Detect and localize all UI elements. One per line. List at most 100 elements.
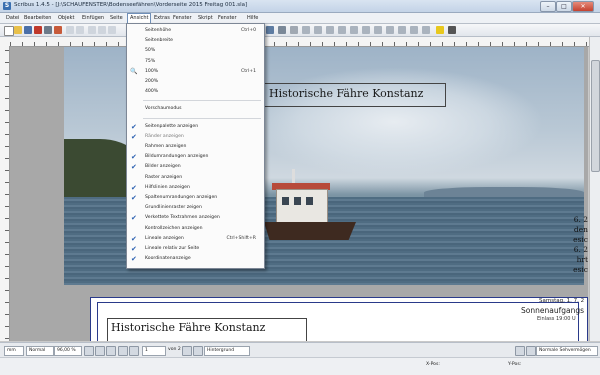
menu-skript[interactable]: Skript [198,15,213,21]
ruler-tick [5,182,9,183]
view-menu-item[interactable]: ✔ Spaltenumrandungen anzeigen [127,193,264,203]
freehand-icon[interactable] [386,26,394,34]
scribus-app-icon: S [3,2,11,10]
view-menu-item[interactable]: Seitenhöhe Ctrl+0 [127,26,264,36]
bezier-icon[interactable] [374,26,382,34]
scrollbar-thumb[interactable] [591,60,600,172]
open-folder-icon[interactable] [14,26,22,34]
view-menu-item[interactable]: ✔ Lineale anzeigen Ctrl+Shift+R [127,234,264,244]
link-frames-icon[interactable] [398,26,406,34]
layer-select[interactable]: Hintergrund [204,346,250,356]
zoom-input[interactable]: 96,00 % [54,346,82,356]
visual-mode-icon[interactable] [526,346,536,356]
ruler-tick [394,42,395,46]
paste-icon[interactable] [108,26,116,34]
x-position-label: X-Pos: [426,362,440,367]
new-document-icon[interactable] [4,26,14,36]
menu-extras[interactable]: Extras [154,15,170,21]
horizontal-ruler[interactable] [0,37,600,47]
view-menu-item[interactable]: 75% [127,57,264,67]
print-icon[interactable] [44,26,52,34]
menu-item-label: Seitenpalette anzeigen [145,123,199,129]
text-frame-icon[interactable] [302,26,310,34]
view-menu-item[interactable]: 400% [127,87,264,97]
menu-item-label: 75% [145,58,156,64]
menu-hilfe[interactable]: Hilfe [247,15,258,21]
edit-contents-icon[interactable] [278,26,286,34]
view-menu-item[interactable]: ✔ Bildumrandungen anzeigen [127,152,264,162]
view-menu-item[interactable]: 200% [127,77,264,87]
next-page-icon[interactable] [182,346,192,356]
view-menu-item[interactable]: Vorschaumodus [127,104,264,114]
unit-select[interactable]: mm [4,346,24,356]
zoom-icon[interactable] [266,26,274,34]
ruler-tick [430,42,431,46]
view-menu-item[interactable]: ✔ Verkettete Textrahmen anzeigen [127,213,264,223]
document-canvas[interactable]: Historische Fähre Konstanz 6. 2 den esic… [10,47,588,341]
previous-page-icon[interactable] [129,346,139,356]
close-document-icon[interactable] [34,26,42,34]
view-menu-item[interactable]: ✔ Seitenpalette anzeigen [127,122,264,132]
mode-select[interactable]: Normal [26,346,54,356]
cut-icon[interactable] [88,26,96,34]
ruler-tick [5,158,9,159]
undo-icon[interactable] [66,26,74,34]
menu-item-label: 100% [145,68,159,74]
ruler-tick [502,42,503,46]
menu-item-label: Grundlinienraster zeigen [145,205,202,211]
vision-mode-select[interactable]: Normale Sehvermögen [536,346,598,356]
view-menu-item[interactable]: ✔ Hilfslinien anzeigen [127,183,264,193]
view-menu-item[interactable]: Raster anzeigen [127,173,264,183]
table-icon[interactable] [326,26,334,34]
shape-icon[interactable] [338,26,346,34]
last-page-icon[interactable] [193,346,203,356]
first-page-icon[interactable] [118,346,128,356]
menu-fenster-2[interactable]: Fenster [218,15,237,21]
zoom-out-icon[interactable] [84,346,94,356]
menu-einfuegen[interactable]: Einfügen [82,15,104,21]
menu-item-label: Ränder anzeigen [145,133,184,139]
save-icon[interactable] [24,26,32,34]
view-menu-item[interactable]: Seitenbreite [127,36,264,46]
page-number-input[interactable]: 1 [142,346,166,356]
view-menu-item[interactable]: ✔ Bilder anzeigen [127,162,264,172]
pdf-export-icon[interactable] [54,26,62,34]
page-2[interactable]: Samstag, 1. 7. 2 Sonnenaufgangs Einlass … [90,297,588,341]
vertical-ruler[interactable] [0,46,10,341]
close-button[interactable]: ✕ [572,1,594,12]
maximize-button[interactable]: □ [556,1,572,12]
line-icon[interactable] [362,26,370,34]
measure-icon[interactable] [422,26,430,34]
ruler-tick [538,42,539,46]
zoom-100-icon[interactable] [95,346,105,356]
copy-icon[interactable] [98,26,106,34]
view-menu-item[interactable]: Grundlinienraster zeigen [127,203,264,213]
menu-seite[interactable]: Seite [110,15,123,21]
snippet: esic [573,265,588,274]
pdf-tools-icon[interactable] [436,26,444,34]
polygon-icon[interactable] [350,26,358,34]
image-frame-icon[interactable] [314,26,322,34]
view-menu-item[interactable]: ✔ Koordinatenanzeige [127,254,264,264]
rotate-icon[interactable] [290,26,298,34]
ruler-tick [5,278,9,279]
view-menu-item[interactable]: ✔ Lineale relativ zur Seite [127,244,264,254]
menu-objekt[interactable]: Objekt [58,15,74,21]
preview-icon[interactable] [515,346,525,356]
view-menu-item[interactable]: 🔍 100% Ctrl+1 [127,67,264,77]
zoom-in-icon[interactable] [106,346,116,356]
unlink-frames-icon[interactable] [410,26,418,34]
view-menu-item[interactable]: Rahmen anzeigen [127,142,264,152]
minimize-button[interactable]: – [540,1,556,12]
view-menu-item[interactable]: 50% [127,46,264,56]
boat-cabin [276,189,328,225]
view-menu-item[interactable]: ✔ Ränder anzeigen [127,132,264,142]
view-menu-item[interactable]: Kontrollzeichen anzeigen [127,224,264,234]
menu-datei[interactable]: Datei [6,15,19,21]
menu-item-label: Spaltenumrandungen anzeigen [145,195,218,200]
menu-bearbeiten[interactable]: Bearbeiten [24,15,51,21]
ruler-tick [550,42,551,46]
menu-fenster-1[interactable]: Fenster [173,15,192,21]
eyedropper-icon[interactable] [448,26,456,34]
redo-icon[interactable] [76,26,84,34]
